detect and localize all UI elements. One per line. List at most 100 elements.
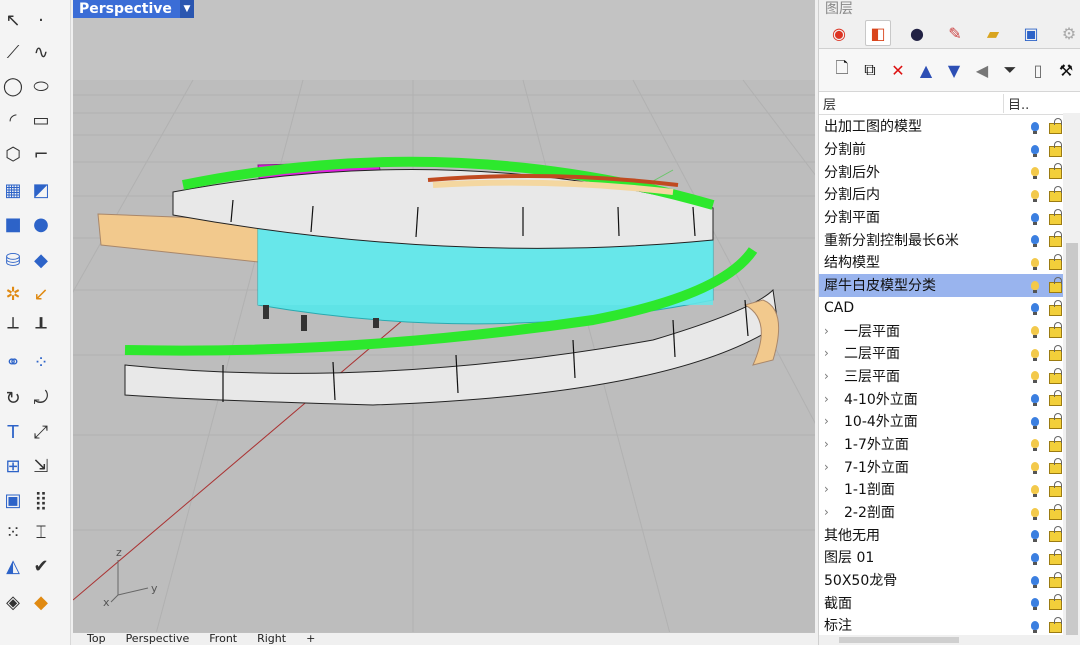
lock-icon[interactable] [1049,367,1062,384]
new-layer-icon[interactable]: 🗋 [831,58,853,81]
chevron-right-icon[interactable]: › [819,324,840,338]
lock-icon[interactable] [1049,344,1062,361]
cylinder-icon[interactable]: ⛁ [0,248,26,274]
layer-name[interactable]: 1-1剖面 [840,479,1080,499]
lightbulb-icon[interactable] [1030,618,1040,633]
lock-icon[interactable] [1049,322,1062,339]
page-icon[interactable]: ▯ [1027,59,1049,81]
lock-icon[interactable] [1049,163,1062,180]
layer-name[interactable]: 犀牛白皮模型分类 [819,275,1080,295]
layer-name[interactable]: 一层平面 [840,321,1080,341]
lightbulb-icon[interactable] [1030,596,1040,611]
dots-grid-icon[interactable]: ⁙ [0,520,26,546]
lock-icon[interactable] [1049,118,1062,134]
lightbulb-icon[interactable] [1030,165,1040,180]
arrow-transform-icon[interactable]: ↙ [28,282,54,308]
lock-icon[interactable] [1049,571,1062,588]
layer-name[interactable]: 7-1外立面 [840,457,1080,477]
layer-row[interactable]: 分割前 [819,138,1080,161]
lock-icon[interactable] [1049,435,1062,452]
layer-row[interactable]: 结构模型 [819,251,1080,274]
layer-row[interactable]: 出加工图的模型 [819,115,1080,138]
lock-icon[interactable] [1049,617,1062,634]
chevron-right-icon[interactable]: › [819,392,840,406]
dimension-icon[interactable]: ⌶ [28,520,54,546]
lightbulb-icon[interactable] [1030,324,1040,339]
block-icon[interactable]: ▣ [0,488,26,514]
lock-icon[interactable] [1049,254,1062,271]
box-icon[interactable]: ■ [0,212,26,238]
layer-row[interactable]: › 2-2剖面 [819,501,1080,524]
tab-perspective[interactable]: Perspective [126,633,190,645]
layer-row[interactable]: › 三层平面 [819,365,1080,388]
lightbulb-icon[interactable] [1030,392,1040,407]
ellipse-icon[interactable]: ⬭ [28,74,54,100]
tools-icon[interactable]: ⚒ [1055,59,1077,81]
lightbulb-icon[interactable] [1030,528,1040,543]
layer-row[interactable]: 分割后外 [819,160,1080,183]
lightbulb-icon[interactable] [1030,573,1040,588]
polygon-icon[interactable]: ⬡ [0,142,26,168]
move-curve-icon[interactable]: ⤾ [28,386,54,412]
rectangle-icon[interactable]: ▭ [28,108,54,134]
gear-tool-icon[interactable]: ✲ [0,282,26,308]
layers-icon[interactable]: ◧ [865,20,891,46]
point-icon[interactable]: · [28,8,54,34]
tab-top[interactable]: Top [87,633,106,645]
lightbulb-icon[interactable] [1030,255,1040,270]
layer-name[interactable]: 分割后外 [819,162,1080,182]
lightbulb-icon[interactable] [1030,210,1040,225]
lock-icon[interactable] [1049,458,1062,475]
filter-left-icon[interactable]: ◀ [971,59,993,81]
layer-name[interactable]: 1-7外立面 [840,434,1080,454]
lock-icon[interactable] [1049,231,1062,248]
lightbulb-icon[interactable] [1030,460,1040,475]
lock-icon[interactable] [1049,481,1062,497]
lock-icon[interactable] [1049,412,1062,429]
arc-icon[interactable]: ◜ [0,108,26,134]
check-icon[interactable]: ✔ [28,554,54,580]
surface-icon[interactable]: ▦ [0,178,26,204]
layer-row[interactable]: › 1-1剖面 [819,478,1080,501]
text-tool-icon[interactable]: T [0,420,26,446]
lock-icon[interactable] [1049,208,1062,225]
layer-row[interactable]: › 10-4外立面 [819,410,1080,433]
viewport-title-label[interactable]: Perspective [79,1,172,17]
settings-icon[interactable]: ⚙ [1057,21,1080,45]
chevron-right-icon[interactable]: › [819,505,840,519]
scrollbar-thumb[interactable] [1066,243,1078,638]
boolean-union-icon[interactable]: ⚭ [0,350,26,376]
vertical-scrollbar[interactable] [1063,113,1080,645]
layer-row[interactable]: 图层 01 [819,546,1080,569]
header-current[interactable]: 目.. [1003,93,1036,113]
layer-name[interactable]: 10-4外立面 [840,411,1080,431]
lightbulb-icon[interactable] [1030,278,1040,293]
header-layer-name[interactable]: 层 [819,94,1003,113]
lock-icon[interactable] [1049,140,1062,157]
layer-name[interactable]: CAD [819,300,1080,316]
horizontal-scrollbar[interactable] [819,635,1080,645]
move-down-icon[interactable]: ▼ [943,59,965,81]
layer-name[interactable]: 三层平面 [840,366,1080,386]
layer-name[interactable]: 图层 01 [819,547,1080,567]
layer-name[interactable]: 截面 [819,593,1080,613]
chevron-right-icon[interactable]: › [819,369,840,383]
mesh-icon[interactable]: ◆ [28,248,54,274]
layer-name[interactable]: 结构模型 [819,252,1080,272]
brush-icon[interactable]: ✎ [943,21,967,45]
select-arrow-icon[interactable]: ↖ [0,8,26,34]
lock-icon[interactable] [1049,276,1062,293]
lightbulb-icon[interactable] [1030,119,1040,134]
layer-name[interactable]: 分割后内 [819,184,1080,204]
layer-name[interactable]: 出加工图的模型 [819,116,1080,136]
display-icon[interactable]: ▣ [1019,21,1043,45]
layer-row[interactable]: 分割后内 [819,183,1080,206]
layer-name[interactable]: 其他无用 [819,525,1080,545]
lightbulb-icon[interactable] [1030,550,1040,565]
perspective-viewport[interactable]: z y x Perspective ▼ Top Perspective Fron… [73,0,815,645]
filter-icon[interactable]: ⏷ [999,59,1021,81]
lightbulb-icon[interactable] [1030,187,1040,202]
tab-right[interactable]: Right [257,633,286,645]
mirror-icon[interactable]: ⇲ [28,454,54,480]
rotate-icon[interactable]: ↻ [0,386,26,412]
